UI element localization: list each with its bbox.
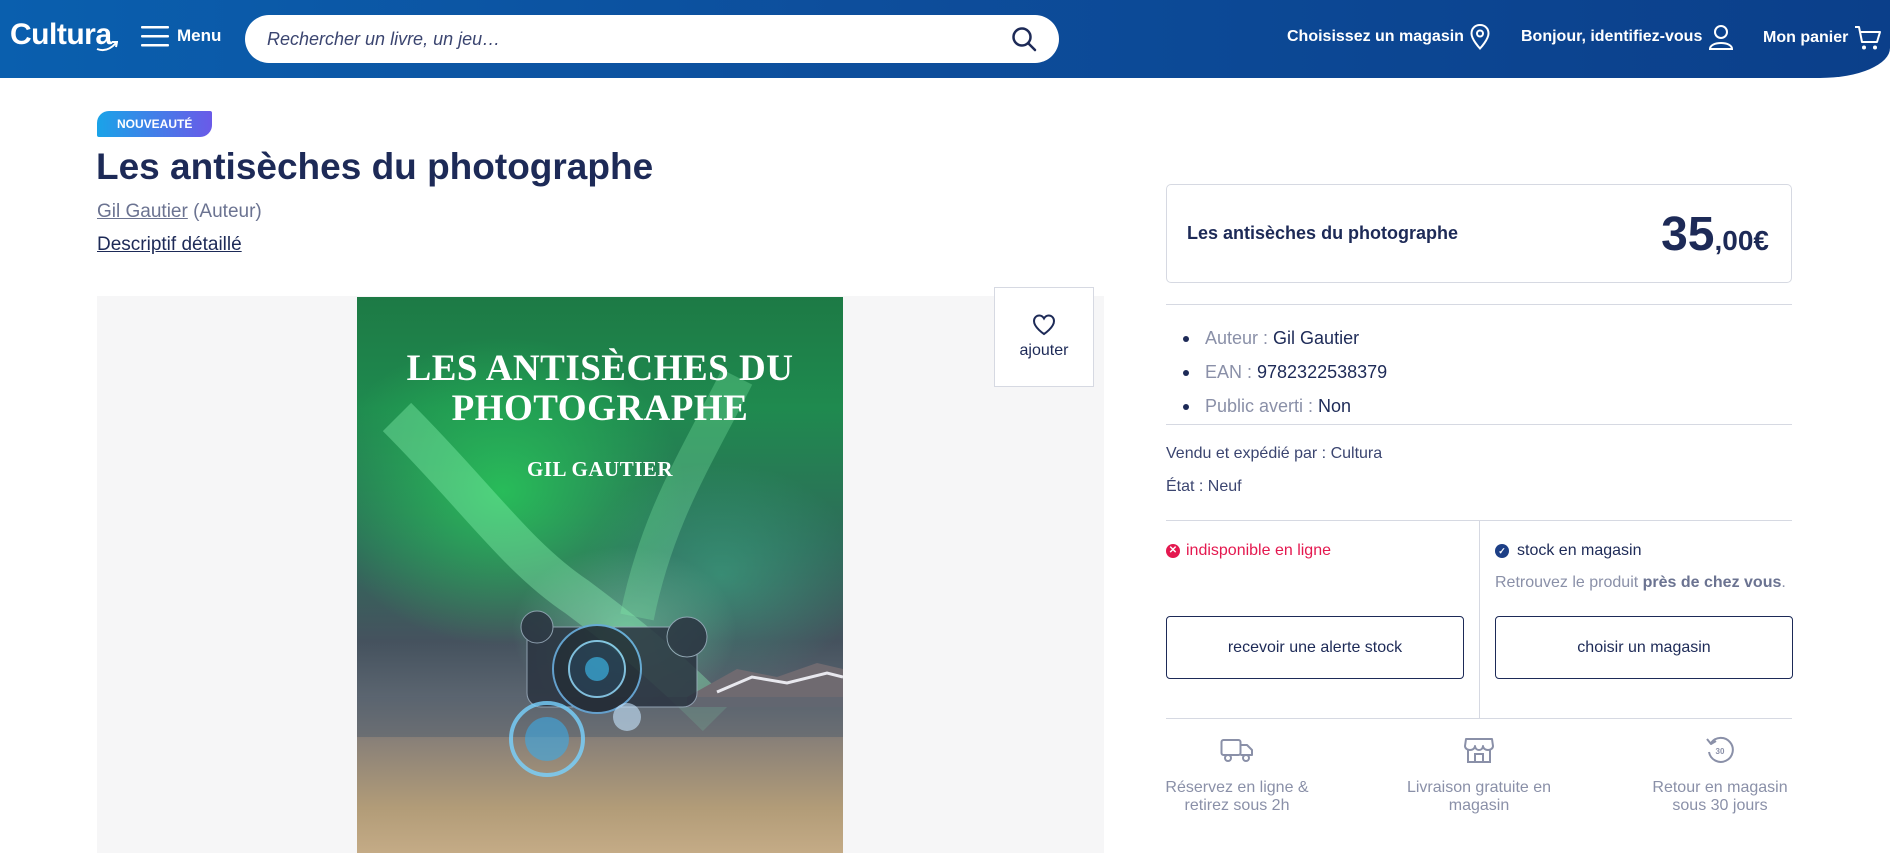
truck-icon: [1220, 739, 1253, 762]
cart-icon: [1855, 26, 1882, 50]
new-badge: NOUVEAUTÉ: [97, 111, 213, 137]
cover-title: LES ANTISÈCHES DU PHOTOGRAPHE: [406, 348, 794, 429]
unavailable-x-icon: ✕: [1166, 544, 1180, 558]
attribute-label: EAN :: [1205, 362, 1258, 382]
sold-by-text: Vendu et expédié par : Cultura: [1166, 445, 1383, 462]
attribute-label: Auteur :: [1205, 328, 1274, 348]
map-pin-icon: [1470, 24, 1490, 50]
menu-label: Menu: [177, 26, 222, 45]
header-bar: Cultura Menu Choisissez un magasin Bonjo…: [0, 0, 1890, 78]
search-bar: [245, 15, 1059, 63]
service-line-1: Réservez en ligne &: [1165, 779, 1309, 796]
author-link[interactable]: Gil Gautier: [97, 201, 188, 222]
svg-text:30: 30: [1716, 747, 1725, 756]
service-free-delivery: Livraison gratuite en magasin: [1379, 735, 1579, 815]
heart-icon: [1032, 314, 1056, 336]
search-input[interactable]: [267, 28, 1011, 50]
store-hint-suffix: .: [1781, 574, 1786, 591]
add-to-favorites-button[interactable]: ajouter: [994, 287, 1094, 387]
author-role: (Auteur): [193, 201, 262, 222]
condition-text: État : Neuf: [1166, 478, 1242, 495]
search-icon[interactable]: [1011, 26, 1037, 52]
detailed-description-link[interactable]: Descriptif détaillé: [97, 234, 242, 256]
price-integer: 35: [1661, 208, 1715, 261]
divider: [1166, 718, 1792, 719]
service-returns: 30 Retour en magasin sous 30 jours: [1620, 735, 1820, 815]
buybox-product-title: Les antisèches du photographe: [1187, 223, 1459, 243]
stock-alert-button[interactable]: recevoir une alerte stock: [1166, 616, 1464, 679]
account-link[interactable]: Bonjour, identifiez-vous: [1521, 24, 1734, 50]
attribute-author: Auteur : Gil Gautier: [1183, 321, 1387, 355]
product-title: Les antisèches du photographe: [96, 146, 654, 187]
return-30-icon: 30: [1706, 736, 1734, 763]
service-line-2: sous 30 jours: [1672, 797, 1768, 814]
online-status-label: indisponible en ligne: [1186, 542, 1331, 559]
product-price: 35,00€: [1661, 207, 1769, 262]
book-cover-image[interactable]: LES ANTISÈCHES DU PHOTOGRAPHE GIL GAUTIE…: [357, 297, 843, 853]
store-availability-status: ✓ stock en magasin: [1495, 542, 1642, 560]
hamburger-icon: [141, 26, 169, 47]
service-line-2: magasin: [1448, 797, 1510, 814]
attribute-label: Public averti :: [1205, 396, 1319, 416]
store-hint-bold: près de chez vous: [1642, 574, 1782, 591]
attribute-value: Non: [1318, 396, 1352, 416]
price-box: Les antisèches du photographe 35,00€: [1166, 184, 1792, 283]
attribute-mature: Public averti : Non: [1183, 389, 1387, 423]
divider: [1166, 424, 1792, 425]
store-status-label: stock en magasin: [1517, 542, 1642, 559]
vertical-divider: [1479, 520, 1480, 718]
store-hint-text: Retrouvez le produit près de chez vous.: [1495, 574, 1786, 592]
cover-author: GIL GAUTIER: [526, 457, 674, 481]
attribute-ean: EAN : 9782322538379: [1183, 355, 1387, 389]
service-click-collect: Réservez en ligne & retirez sous 2h: [1137, 735, 1337, 815]
divider: [1166, 304, 1792, 305]
choose-store-label: Choisissez un magasin: [1287, 28, 1464, 45]
service-line-1: Livraison gratuite en: [1406, 779, 1552, 796]
price-decimal: ,00€: [1714, 225, 1770, 256]
store-hint-prefix: Retrouvez le produit: [1495, 574, 1643, 591]
cultura-logo[interactable]: Cultura: [10, 18, 118, 52]
cart-label: Mon panier: [1763, 29, 1849, 46]
choose-store-link[interactable]: Choisissez un magasin: [1287, 24, 1490, 50]
check-circle-icon: ✓: [1495, 544, 1509, 558]
attribute-value: Gil Gautier: [1273, 328, 1360, 348]
service-line-2: retirez sous 2h: [1184, 797, 1290, 814]
favorite-label: ajouter: [1019, 342, 1069, 359]
logo-swoosh-icon: [96, 41, 118, 52]
attribute-value: 9782322538379: [1257, 362, 1388, 382]
author-line: Gil Gautier (Auteur): [97, 201, 262, 223]
choose-store-button[interactable]: choisir un magasin: [1495, 616, 1793, 679]
account-label: Bonjour, identifiez-vous: [1521, 28, 1703, 45]
store-icon: [1464, 738, 1494, 763]
menu-button[interactable]: Menu: [141, 24, 221, 48]
online-availability-status: ✕ indisponible en ligne: [1166, 542, 1331, 560]
product-attributes-list: Auteur : Gil Gautier EAN : 9782322538379…: [1183, 321, 1387, 423]
user-icon: [1709, 25, 1734, 50]
cart-link[interactable]: Mon panier: [1763, 24, 1882, 52]
service-line-1: Retour en magasin: [1652, 779, 1788, 796]
